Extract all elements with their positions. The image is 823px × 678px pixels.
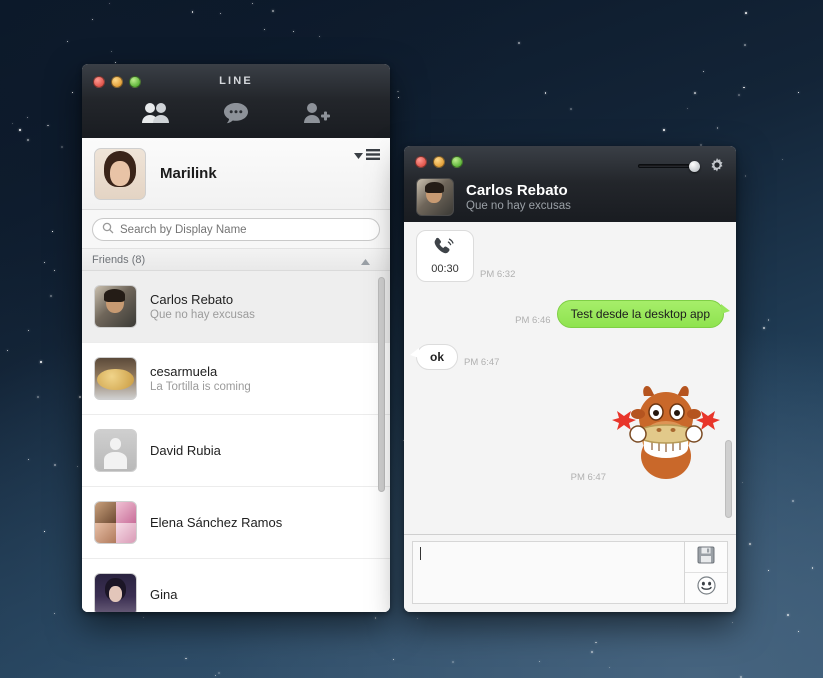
list-item[interactable]: Carlos Rebato Que no hay excusas	[82, 271, 390, 343]
list-item-name: Gina	[150, 587, 178, 602]
message-call: 00:30 PM 6:32	[404, 222, 736, 282]
message-bubble[interactable]: Test desde la desktop app	[556, 300, 724, 328]
avatar	[94, 573, 137, 612]
message-time: PM 6:47	[464, 357, 500, 368]
profile-menu[interactable]	[354, 147, 380, 165]
close-button[interactable]	[415, 156, 427, 168]
list-menu-icon	[366, 147, 380, 165]
scrollbar-thumb[interactable]	[378, 277, 385, 492]
profile-name: Marilink	[160, 165, 217, 182]
avatar	[416, 178, 454, 216]
list-item[interactable]: Elena Sánchez Ramos	[82, 487, 390, 559]
phone-call-icon	[433, 237, 457, 262]
save-button[interactable]	[685, 542, 727, 572]
chevron-down-icon	[354, 147, 363, 165]
message-time: PM 6:46	[515, 315, 551, 326]
avatar	[94, 147, 146, 200]
smiley-face-icon	[696, 576, 716, 600]
chat-scrollbar[interactable]	[724, 222, 733, 534]
call-bubble[interactable]: 00:30	[416, 230, 474, 282]
volume-slider[interactable]	[638, 160, 700, 172]
message-incoming: ok PM 6:47	[404, 344, 736, 370]
message-time: PM 6:47	[570, 472, 606, 483]
chat-message-list[interactable]: 00:30 PM 6:32 PM 6:46 Test desde la desk…	[404, 222, 736, 534]
avatar	[94, 285, 137, 328]
avatar	[94, 357, 137, 400]
call-duration: 00:30	[431, 263, 459, 275]
chat-action-buttons	[684, 541, 728, 604]
list-item[interactable]: Gina	[82, 559, 390, 612]
message-bubble[interactable]: ok	[416, 344, 459, 370]
gear-icon[interactable]	[709, 157, 725, 178]
friends-scrollbar[interactable]	[377, 271, 386, 612]
friends-section-header[interactable]: Friends (8)	[82, 249, 390, 271]
profile-row[interactable]: Marilink	[82, 138, 390, 210]
chat-peer-header: Carlos Rebato Que no hay excusas	[416, 178, 724, 216]
list-item-name: Elena Sánchez Ramos	[150, 515, 283, 530]
list-item[interactable]: cesarmuela La Tortilla is coming	[82, 343, 390, 415]
add-friend-tab[interactable]	[295, 97, 337, 129]
friends-section-label: Friends (8)	[92, 253, 146, 266]
friends-tab[interactable]	[135, 97, 177, 129]
slider-knob[interactable]	[689, 160, 700, 172]
chevron-up-icon[interactable]	[361, 256, 370, 268]
message-time: PM 6:32	[480, 269, 516, 280]
search-box[interactable]	[92, 218, 380, 241]
message-sticker: PM 6:47	[404, 376, 736, 489]
scrollbar-thumb[interactable]	[725, 440, 732, 518]
friends-list[interactable]: Carlos Rebato Que no hay excusas cesarmu…	[82, 271, 390, 612]
line-toolbar	[82, 94, 390, 132]
search-icon	[102, 221, 114, 239]
chats-tab[interactable]	[215, 97, 257, 129]
message-input[interactable]	[412, 541, 684, 604]
text-caret	[420, 547, 421, 560]
chat-peer-status: Que no hay excusas	[466, 200, 571, 212]
chat-input-bar	[404, 534, 736, 612]
floppy-disk-icon	[697, 546, 715, 569]
chat-titlebar: Carlos Rebato Que no hay excusas	[404, 146, 736, 222]
chat-peer-name: Carlos Rebato	[466, 182, 568, 199]
search-bar	[82, 210, 390, 249]
avatar	[94, 501, 137, 544]
zoom-button[interactable]	[451, 156, 463, 168]
list-item-name: David Rubia	[150, 443, 221, 458]
line-main-window: LINE Marilink Search by Display Name Fri…	[82, 64, 390, 612]
avatar	[94, 429, 137, 472]
brown-cow-tortilla-sticker[interactable]	[612, 376, 720, 489]
list-item-name: Carlos Rebato	[150, 292, 234, 307]
line-titlebar: LINE	[82, 64, 390, 138]
list-item[interactable]: David Rubia	[82, 415, 390, 487]
chat-window: Carlos Rebato Que no hay excusas 00:30 P…	[404, 146, 736, 612]
window-title: LINE	[219, 75, 253, 87]
chat-traffic-lights	[415, 156, 463, 168]
list-item-status: Que no hay excusas	[150, 309, 255, 321]
minimize-button[interactable]	[433, 156, 445, 168]
sticker-button[interactable]	[685, 572, 727, 603]
search-input[interactable]	[120, 223, 370, 236]
message-outgoing: PM 6:46 Test desde la desktop app	[404, 300, 736, 328]
list-item-status: La Tortilla is coming	[150, 381, 251, 393]
list-item-name: cesarmuela	[150, 364, 218, 379]
